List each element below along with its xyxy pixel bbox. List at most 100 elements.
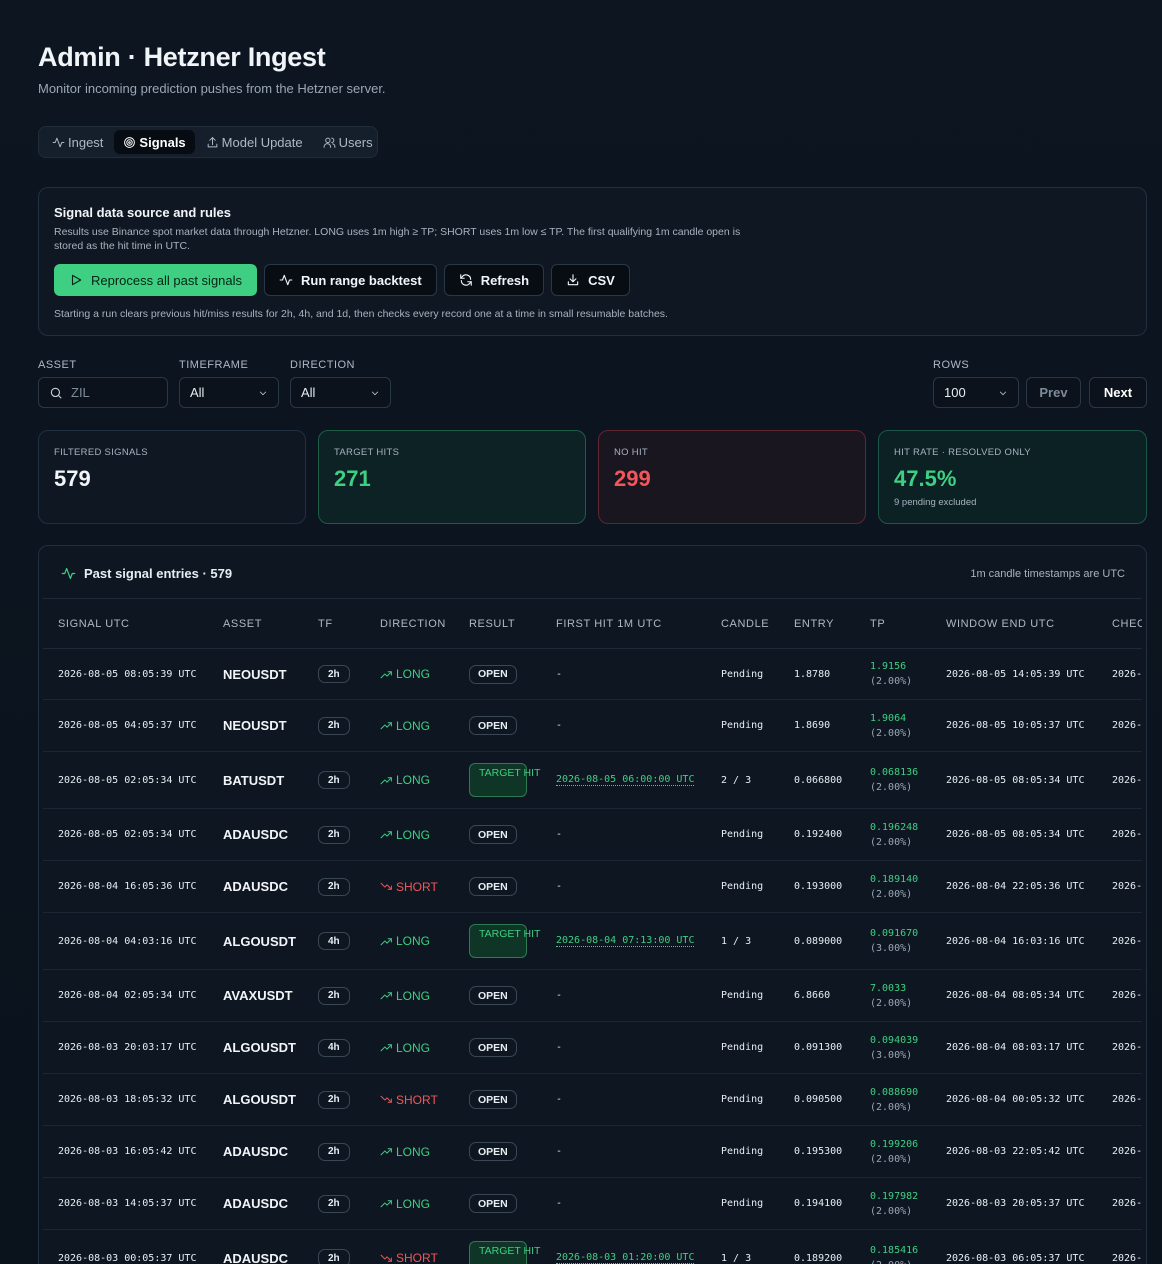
direction-label: LONG — [396, 667, 431, 681]
cell-tp: 0.094039 (3.00%) — [870, 1022, 918, 1073]
cell-direction: LONG — [380, 913, 430, 969]
first-hit-time: - — [556, 1042, 563, 1053]
table-row[interactable]: 2026-08-03 20:03:17 UTC ALGOUSDT 4h LONG OPE… — [43, 1022, 1142, 1074]
cell-first-hit: - — [556, 649, 562, 699]
entry-price: 0.193000 — [794, 881, 843, 892]
cell-asset: AVAXUSDT — [223, 970, 293, 1021]
cell-asset: NEOUSDT — [223, 649, 287, 699]
next-button[interactable]: Next — [1089, 377, 1147, 408]
activity-icon — [52, 137, 65, 147]
signal-time: 2026-08-04 02:05:34 UTC — [58, 990, 197, 1001]
tab-ingest[interactable]: Ingest — [43, 130, 112, 154]
cell-first-hit: - — [556, 809, 562, 860]
tp-price: 0.196248 — [870, 821, 919, 833]
rules-panel: Signal data source and rules Results use… — [38, 187, 1147, 336]
window-end-time: 2026-08-04 08:05:34 UTC — [946, 990, 1085, 1001]
candle-status: Pending — [721, 881, 764, 892]
rows-select[interactable]: 100 — [933, 377, 1019, 408]
cell-candle: 1 / 3 — [721, 1230, 751, 1264]
column-header-candle: CANDLE — [721, 618, 770, 630]
direction-label: DIRECTION — [290, 359, 355, 371]
direction-indicator: SHORT — [380, 861, 438, 912]
table-row[interactable]: 2026-08-03 14:05:37 UTC ADAUSDC 2h LONG OPEN… — [43, 1178, 1142, 1230]
tp-percent: (3.00%) — [870, 943, 913, 954]
asset-search-input[interactable]: ZIL — [38, 377, 168, 408]
table-row[interactable]: 2026-08-05 02:05:34 UTC BATUSDT 2h LONG TARG… — [43, 752, 1142, 809]
cell-result: OPEN — [469, 649, 517, 699]
table-row[interactable]: 2026-08-05 04:05:37 UTC NEOUSDT 2h LONG OPEN… — [43, 700, 1142, 752]
signal-table-panel: Past signal entries · 579 1m candle time… — [38, 545, 1147, 1264]
prev-button[interactable]: Prev — [1026, 377, 1081, 408]
asset-symbol: ALGOUSDT — [223, 1040, 296, 1055]
checked-time: 2026-08-04 — [1112, 935, 1142, 947]
table-row[interactable]: 2026-08-04 02:05:34 UTC AVAXUSDT 2h LONG OPE… — [43, 970, 1142, 1022]
download-icon — [567, 274, 579, 286]
tab-model-update[interactable]: Model Update — [197, 130, 312, 154]
candle-status: Pending — [721, 1198, 764, 1209]
tab-signals[interactable]: Signals — [114, 130, 195, 154]
direction-value: All — [301, 385, 316, 400]
signal-table[interactable]: SIGNAL UTC ASSET TF DIRECTION RESULT FIRST HI… — [43, 598, 1142, 1264]
cell-signal: 2026-08-04 04:03:16 UTC — [58, 913, 196, 969]
cell-asset: ADAUSDC — [223, 809, 288, 860]
timeframe-select[interactable]: All — [179, 377, 279, 408]
cell-tp: 0.196248 (2.00%) — [870, 809, 918, 860]
table-row[interactable]: 2026-08-04 16:05:36 UTC ADAUSDC 2h SHORT OPE… — [43, 861, 1142, 913]
cell-candle: Pending — [721, 700, 763, 751]
button-label: Run range backtest — [301, 272, 422, 288]
cell-entry: 1.8690 — [794, 700, 830, 751]
backtest-button[interactable]: Run range backtest — [264, 264, 437, 296]
cell-asset: ALGOUSDT — [223, 1074, 296, 1125]
table-row[interactable]: 2026-08-03 00:05:37 UTC ADAUSDC 2h SHORT TAR… — [43, 1230, 1142, 1264]
cell-checked: 2026-08-05 — [1112, 649, 1142, 699]
timeframe-badge: 2h — [318, 877, 350, 896]
table-row[interactable]: 2026-08-03 18:05:32 UTC ALGOUSDT 2h SHORT OP… — [43, 1074, 1142, 1126]
direction-select[interactable]: All — [290, 377, 391, 408]
direction-label: LONG — [396, 988, 431, 1003]
cell-direction: LONG — [380, 1178, 430, 1229]
result-badge: OPEN — [469, 1194, 517, 1213]
tp-price: 0.199206 — [870, 1138, 919, 1150]
cell-signal: 2026-08-03 18:05:32 UTC — [58, 1074, 196, 1125]
first-hit-time: - — [556, 829, 563, 840]
tab-users[interactable]: Users — [314, 130, 382, 154]
trend-up-icon — [380, 1044, 392, 1052]
first-hit-time: - — [556, 1094, 563, 1105]
cell-first-hit: 2026-08-04 07:13:00 UTC — [556, 913, 695, 969]
column-header-entry: ENTRY — [794, 618, 835, 630]
tp-percent: (2.00%) — [870, 836, 913, 848]
table-row[interactable]: 2026-08-03 16:05:42 UTC ADAUSDC 2h LONG OPEN… — [43, 1126, 1142, 1178]
cell-window-end: 2026-08-03 20:05:37 UTC — [946, 1178, 1084, 1229]
table-row[interactable]: 2026-08-05 02:05:34 UTC ADAUSDC 2h LONG OPEN… — [43, 809, 1142, 861]
window-end-time: 2026-08-03 20:05:37 UTC — [946, 1198, 1085, 1209]
window-end-time: 2026-08-03 06:05:37 UTC — [946, 1252, 1085, 1264]
card-label: NO HIT — [614, 447, 648, 458]
table-row[interactable]: 2026-08-04 04:03:16 UTC ALGOUSDT 4h LONG TAR… — [43, 913, 1142, 970]
filtered-signals-card: FILTERED SIGNALS 579 — [38, 430, 306, 524]
cell-tp: 1.9156 (2.00%) — [870, 649, 912, 699]
cell-signal: 2026-08-04 16:05:36 UTC — [58, 861, 196, 912]
trend-down-icon — [380, 1095, 392, 1103]
refresh-button[interactable]: Refresh — [443, 264, 545, 296]
candle-status: Pending — [721, 829, 764, 840]
cell-tp: 0.199206 (2.00%) — [870, 1126, 918, 1177]
cell-asset: ALGOUSDT — [223, 913, 296, 969]
tab-label: Model Update — [221, 134, 303, 150]
column-header-first-hit: FIRST HIT 1M UTC — [556, 618, 662, 630]
cell-window-end: 2026-08-04 00:05:32 UTC — [946, 1074, 1084, 1125]
cell-asset: ADAUSDC — [223, 1126, 288, 1177]
signal-time: 2026-08-05 02:05:34 UTC — [58, 774, 197, 786]
direction-label: LONG — [396, 1144, 431, 1159]
column-header-tp: TP — [870, 618, 886, 630]
cell-result: OPEN — [469, 809, 517, 860]
tab-label: Users — [338, 134, 373, 150]
cell-first-hit: - — [556, 970, 562, 1021]
tab-label: Ingest — [68, 134, 104, 150]
reprocess-button[interactable]: Reprocess all past signals — [54, 264, 258, 296]
cell-candle: Pending — [721, 809, 763, 860]
table-row[interactable]: 2026-08-05 08:05:39 UTC NEOUSDT 2h LONG OPEN… — [43, 649, 1142, 700]
csv-button[interactable]: CSV — [551, 264, 630, 296]
cell-first-hit: - — [556, 1022, 562, 1073]
direction-label: LONG — [396, 934, 431, 948]
cell-checked: 2026-08-04 — [1112, 970, 1142, 1021]
